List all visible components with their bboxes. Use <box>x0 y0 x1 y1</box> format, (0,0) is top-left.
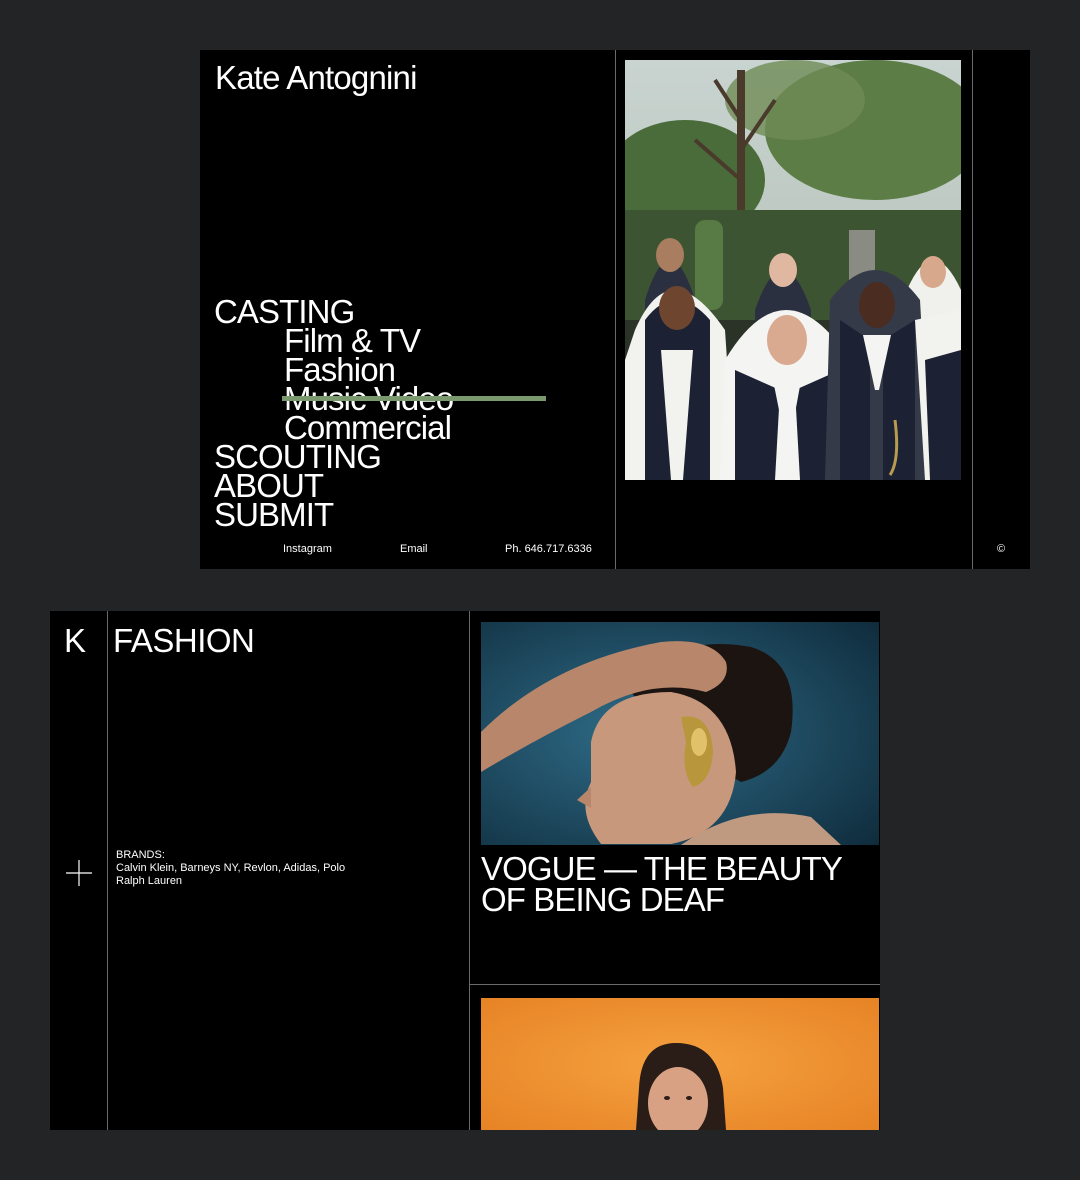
column-divider <box>615 50 616 569</box>
footer-email-link[interactable]: Email <box>400 542 428 556</box>
fashion-page-panel: K FASHION BRANDS: Calvin Klein, Barneys … <box>50 611 880 1130</box>
logo-k[interactable]: K <box>64 621 86 661</box>
footer-phone[interactable]: Ph. 646.717.6336 <box>505 542 592 556</box>
plus-icon[interactable] <box>66 860 92 886</box>
brands-label: BRANDS: <box>116 849 165 861</box>
site-title[interactable]: Kate Antognini <box>215 58 417 98</box>
hover-strike-line <box>282 396 546 401</box>
project-photo-orange[interactable] <box>481 998 879 1130</box>
footer-instagram-link[interactable]: Instagram <box>283 542 332 556</box>
nav-submit[interactable]: SUBMIT <box>214 498 334 531</box>
project-photo-vogue[interactable] <box>481 622 879 845</box>
copyright-icon: © <box>997 543 1006 555</box>
column-divider <box>972 50 973 569</box>
brands-block: BRANDS: Calvin Klein, Barneys NY, Revlon… <box>116 849 366 888</box>
brands-list: Calvin Klein, Barneys NY, Revlon, Adidas… <box>116 862 346 887</box>
casting-home-panel: Kate Antognini CASTING Film & TV Fashion… <box>200 50 1030 569</box>
row-divider <box>470 984 880 985</box>
page-title: FASHION <box>113 622 255 659</box>
project-title-vogue[interactable]: VOGUE — THE BEAUTY OF BEING DEAF <box>481 852 876 916</box>
column-divider <box>469 611 470 1130</box>
featured-photo-nuns[interactable] <box>625 60 961 480</box>
column-divider <box>107 611 108 1130</box>
